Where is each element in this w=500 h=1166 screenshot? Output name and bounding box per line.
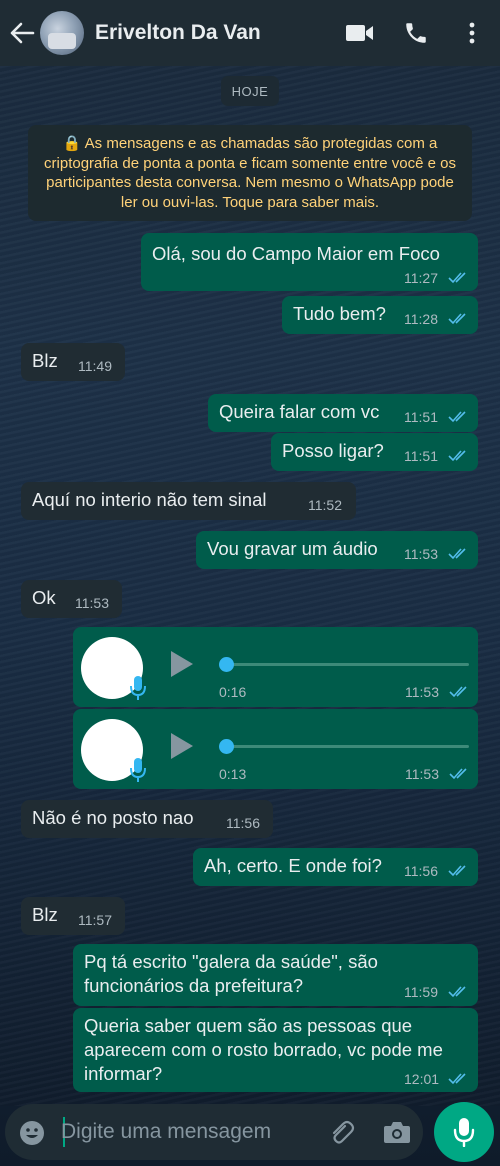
date-chip: HOJE xyxy=(221,76,279,106)
message-bubble-outgoing[interactable]: Posso ligar? 11:51 xyxy=(271,433,478,471)
message-bubble-outgoing[interactable]: Pq tá escrito "galera da saúde", são fun… xyxy=(73,944,478,1006)
message-text: Olá, sou do Campo Maior em Foco xyxy=(152,243,440,264)
message-time: 11:51 xyxy=(404,409,438,425)
message-time: 11:28 xyxy=(404,311,438,327)
read-ticks-icon xyxy=(448,986,466,998)
message-bubble-incoming[interactable]: Blz 11:57 xyxy=(21,897,125,935)
attach-icon[interactable] xyxy=(327,1118,355,1146)
message-text: Queira falar com vc xyxy=(219,401,380,422)
message-text: Ok xyxy=(32,587,56,608)
message-bubble-incoming[interactable]: Ok 11:53 xyxy=(21,580,122,618)
message-time: 11:52 xyxy=(308,497,342,513)
message-time: 11:53 xyxy=(75,595,109,611)
read-ticks-icon xyxy=(448,450,466,462)
read-ticks-icon xyxy=(448,411,466,423)
audio-seek-handle[interactable] xyxy=(219,657,234,672)
read-ticks-icon xyxy=(448,1073,466,1085)
message-text: Ah, certo. E onde foi? xyxy=(204,855,382,876)
message-bubble-outgoing[interactable]: Queira falar com vc 11:51 xyxy=(208,394,478,432)
message-time: 11:56 xyxy=(226,815,260,831)
read-ticks-icon xyxy=(448,548,466,560)
emoji-icon[interactable] xyxy=(19,1120,45,1146)
message-text: Blz xyxy=(32,904,58,925)
back-arrow-icon[interactable] xyxy=(4,0,40,66)
audio-duration: 0:13 xyxy=(219,766,247,782)
more-options-icon[interactable] xyxy=(444,0,500,66)
message-bubble-outgoing[interactable]: Olá, sou do Campo Maior em Foco 11:27 xyxy=(141,233,478,291)
contact-name[interactable]: Erivelton Da Van xyxy=(95,21,332,45)
message-time: 11:57 xyxy=(78,912,112,928)
audio-duration: 0:16 xyxy=(219,684,247,700)
message-text: Blz xyxy=(32,350,58,371)
contact-avatar[interactable] xyxy=(40,11,84,55)
message-time: 11:56 xyxy=(404,863,438,879)
message-composer[interactable]: Digite uma mensagem xyxy=(5,1104,423,1160)
message-text: Aquí no interio não tem sinal xyxy=(32,489,267,510)
video-call-icon[interactable] xyxy=(332,0,388,66)
audio-seek-handle[interactable] xyxy=(219,739,234,754)
message-text: Não é no posto nao xyxy=(32,807,194,828)
play-icon[interactable] xyxy=(169,649,195,679)
lock-icon: 🔒 xyxy=(62,135,85,152)
message-bubble-incoming[interactable]: Blz 11:49 xyxy=(21,343,125,381)
camera-icon[interactable] xyxy=(383,1119,411,1145)
read-ticks-icon xyxy=(448,313,466,325)
microphone-icon xyxy=(130,676,146,700)
voice-record-button[interactable] xyxy=(434,1102,494,1162)
message-text: Tudo bem? xyxy=(293,303,386,324)
message-time: 11:59 xyxy=(404,984,438,1000)
message-time: 11:27 xyxy=(404,270,438,286)
encryption-notice[interactable]: 🔒 As mensagens e as chamadas são protegi… xyxy=(28,125,472,221)
message-time: 11:53 xyxy=(405,684,439,700)
message-bubble-outgoing[interactable]: Ah, certo. E onde foi? 11:56 xyxy=(193,848,478,886)
voice-call-icon[interactable] xyxy=(388,0,444,66)
message-bubble-outgoing[interactable]: Vou gravar um áudio 11:53 xyxy=(196,531,478,569)
message-time: 12:01 xyxy=(404,1071,440,1087)
message-time: 11:53 xyxy=(404,546,438,562)
microphone-icon xyxy=(453,1118,475,1147)
audio-message[interactable]: 0:16 11:53 xyxy=(73,627,478,707)
message-text: Pq tá escrito "galera da saúde", são fun… xyxy=(84,951,378,996)
read-ticks-icon xyxy=(448,272,466,284)
message-time: 11:51 xyxy=(404,448,438,464)
message-bubble-incoming[interactable]: Aquí no interio não tem sinal 11:52 xyxy=(21,482,356,520)
audio-progress-track[interactable] xyxy=(225,663,469,666)
message-text: Posso ligar? xyxy=(282,440,384,461)
message-time: 11:53 xyxy=(405,766,439,782)
message-bubble-outgoing[interactable]: Tudo bem? 11:28 xyxy=(282,296,478,334)
message-bubble-outgoing[interactable]: Queria saber quem são as pessoas que apa… xyxy=(73,1008,478,1092)
read-ticks-icon xyxy=(449,768,467,780)
chat-header: Erivelton Da Van xyxy=(0,0,500,66)
read-ticks-icon xyxy=(449,686,467,698)
play-icon[interactable] xyxy=(169,731,195,761)
message-bubble-incoming[interactable]: Não é no posto nao 11:56 xyxy=(21,800,273,838)
message-input[interactable]: Digite uma mensagem xyxy=(61,1120,271,1144)
microphone-icon xyxy=(130,758,146,782)
audio-message[interactable]: 0:13 11:53 xyxy=(73,709,478,789)
message-time: 11:49 xyxy=(78,358,112,374)
read-ticks-icon xyxy=(448,865,466,877)
audio-progress-track[interactable] xyxy=(225,745,469,748)
chat-area[interactable]: HOJE 🔒 As mensagens e as chamadas são pr… xyxy=(0,66,500,1106)
message-text: Vou gravar um áudio xyxy=(207,538,378,559)
